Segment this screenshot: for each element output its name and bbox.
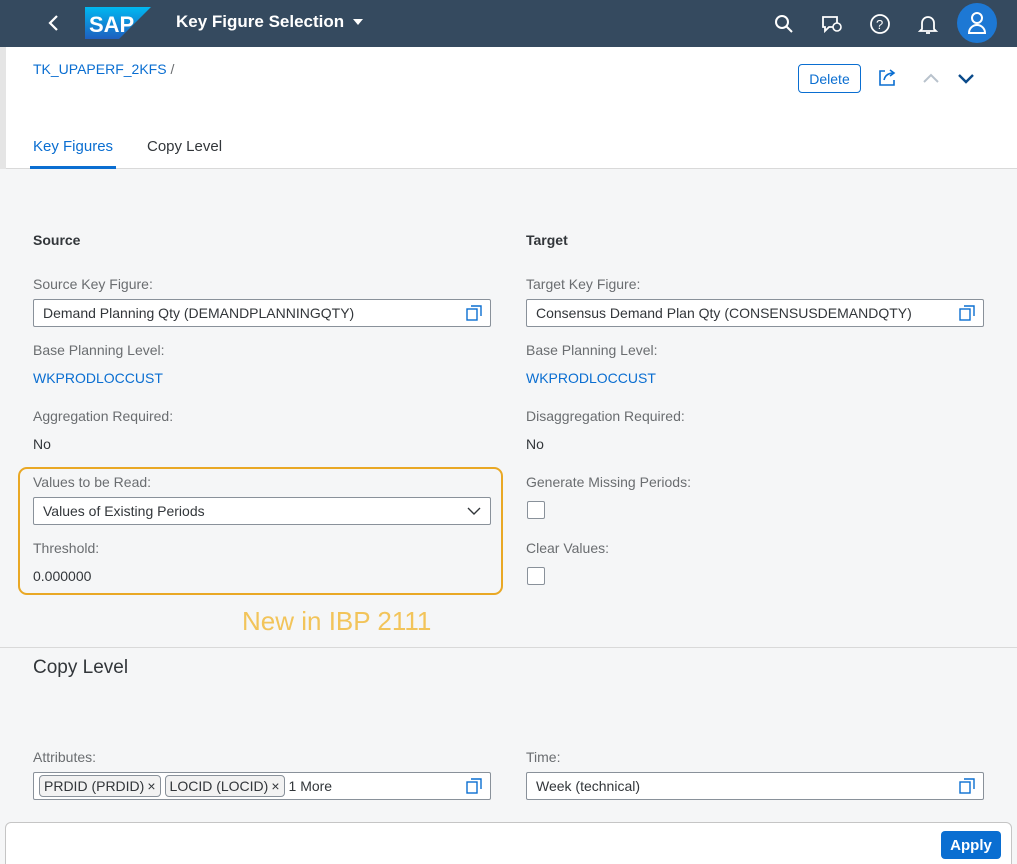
object-header: TK_UPAPERF_2KFS / Delete Key Figures Cop… [0,47,1017,169]
source-key-figure-value: Demand Planning Qty (DEMANDPLANNINGQTY) [43,305,355,321]
generate-missing-checkbox[interactable] [527,501,545,519]
source-key-figure-label: Source Key Figure: [33,276,153,292]
user-icon [967,12,987,34]
attribute-token: PRDID (PRDID) × [39,775,161,797]
footer-toolbar: Apply [5,822,1012,864]
values-read-label: Values to be Read: [33,474,152,490]
svg-text:?: ? [876,17,883,32]
target-key-figure-label: Target Key Figure: [526,276,641,292]
source-heading: Source [33,232,81,248]
attribute-token: LOCID (LOCID) × [164,775,285,797]
header-accent-bar [0,47,6,169]
notification-icon[interactable] [915,11,941,37]
threshold-label: Threshold: [33,540,100,556]
time-label: Time: [526,749,561,765]
value-help-icon[interactable] [959,305,975,321]
disaggregation-label: Disaggregation Required: [526,408,685,424]
copy-level-title: Copy Level [33,657,129,678]
more-tokens-link[interactable]: 1 More [289,778,333,794]
share-icon[interactable] [876,67,898,89]
shell-bar: SAP Key Figure Selection ? [0,0,1017,47]
disaggregation-value: No [526,436,544,452]
aggregation-value: No [33,436,51,452]
apply-button[interactable]: Apply [941,831,1001,859]
source-base-level-link[interactable]: WKPRODLOCCUST [33,370,163,386]
source-key-figure-field[interactable]: Demand Planning Qty (DEMANDPLANNINGQTY) [33,299,491,327]
search-icon[interactable] [771,11,797,37]
values-read-select[interactable]: Values of Existing Periods [33,497,491,525]
generate-missing-label: Generate Missing Periods: [526,474,691,490]
target-base-level-label: Base Planning Level: [526,342,658,358]
time-value: Week (technical) [536,778,641,794]
help-icon[interactable]: ? [867,11,893,37]
time-field[interactable]: Week (technical) [526,772,984,800]
chevron-down-icon[interactable] [955,67,977,89]
value-help-icon[interactable] [466,778,482,794]
delete-button[interactable]: Delete [798,64,861,93]
target-key-figure-value: Consensus Demand Plan Qty (CONSENSUSDEMA… [536,305,912,321]
aggregation-label: Aggregation Required: [33,408,174,424]
value-help-icon[interactable] [466,305,482,321]
token-remove-icon[interactable]: × [271,778,279,794]
token-remove-icon[interactable]: × [147,778,155,794]
attributes-multi-input[interactable]: PRDID (PRDID) × LOCID (LOCID) × 1 More [33,772,491,800]
target-base-level-link[interactable]: WKPRODLOCCUST [526,370,656,386]
app-title: Key Figure Selection [176,12,345,31]
value-help-icon[interactable] [959,778,975,794]
app-title-menu[interactable]: Key Figure Selection [176,12,364,32]
threshold-value: 0.000000 [33,568,92,584]
tab-copy-level[interactable]: Copy Level [147,135,222,169]
breadcrumb-separator: / [170,61,175,77]
user-avatar[interactable] [957,3,997,43]
target-heading: Target [526,232,568,248]
values-read-value: Values of Existing Periods [43,503,205,519]
svg-text:SAP: SAP [89,12,134,37]
breadcrumb-link[interactable]: TK_UPAPERF_2KFS [33,61,167,77]
tab-key-figures[interactable]: Key Figures [30,135,116,169]
source-base-level-label: Base Planning Level: [33,342,165,358]
clear-values-label: Clear Values: [526,540,610,556]
dropdown-arrow-icon[interactable] [466,503,482,519]
clear-values-checkbox[interactable] [527,567,545,585]
back-icon[interactable] [40,9,68,37]
chevron-up-icon[interactable] [920,67,942,89]
feedback-icon[interactable] [819,11,845,37]
caret-down-icon [353,19,364,25]
section-divider [0,647,1017,648]
target-key-figure-field[interactable]: Consensus Demand Plan Qty (CONSENSUSDEMA… [526,299,984,327]
attributes-label: Attributes: [33,749,97,765]
new-in-release-note: New in IBP 2111 [242,606,432,636]
breadcrumb: TK_UPAPERF_2KFS / [33,61,174,77]
sap-logo: SAP [85,7,151,39]
